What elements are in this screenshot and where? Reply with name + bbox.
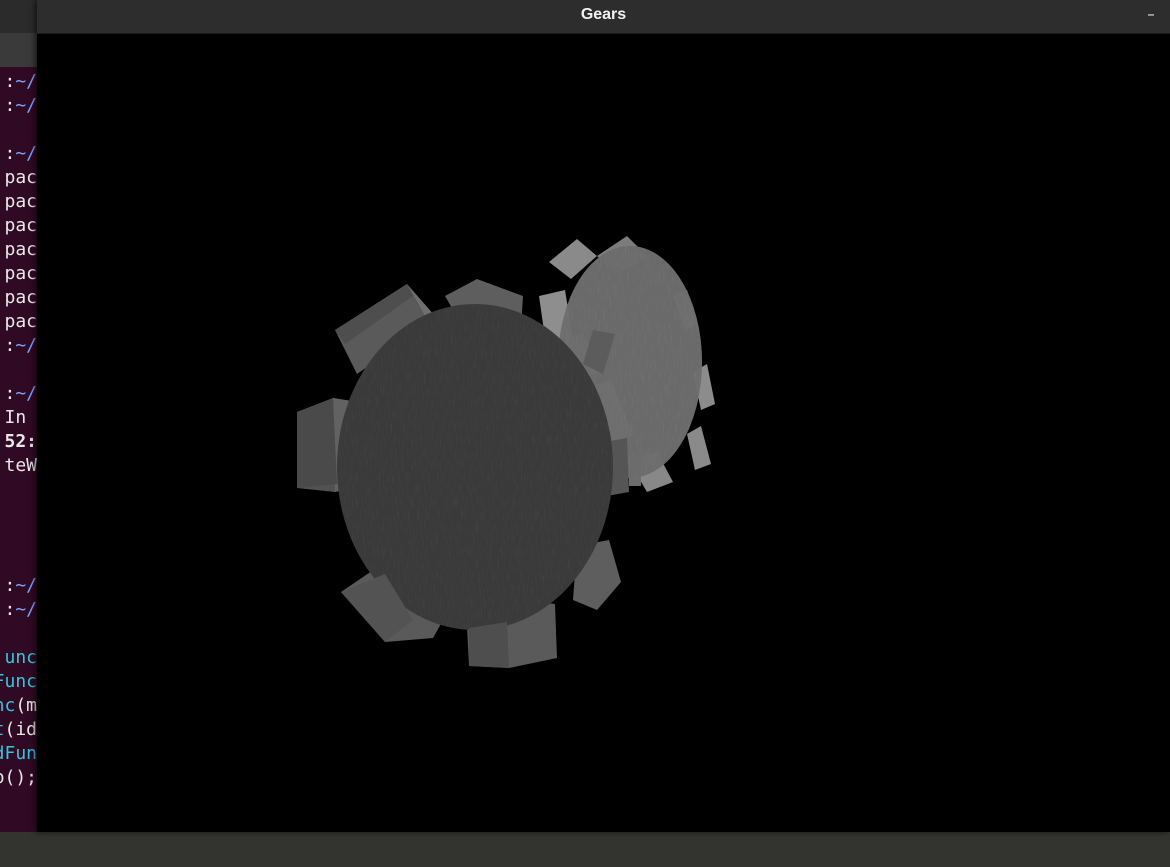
terminal-line: :~/ [4,574,37,598]
gears-render-canvas[interactable] [37,34,1170,832]
terminal-line: pac [4,238,37,262]
minimize-button[interactable]: – [1140,4,1162,26]
terminal-text: (m [15,695,37,716]
terminal-line: pac [4,262,37,286]
terminal-line: dFun [0,742,37,766]
terminal-line: :~/ [4,70,37,94]
terminal-line: pac [4,166,37,190]
terminal-text: : [4,575,16,596]
terminal-line: :~/ [4,94,37,118]
terminal-line: In [0,406,37,430]
terminal-text: pac [4,239,37,260]
terminal-line: 52: [4,430,37,454]
large-gear-tooth-cap [297,398,337,488]
desktop-bottom-bar [0,832,1170,867]
terminal-tabbar [0,33,37,67]
terminal-titlebar [0,0,37,34]
terminal-text: pac [4,263,37,284]
terminal-text: nc [0,695,16,716]
terminal-line: :~/ [4,382,37,406]
terminal-text: pac [4,311,37,332]
terminal-text: : [4,143,16,164]
terminal-text: unc [4,647,37,668]
terminal-line: :~/ [4,598,37,622]
terminal-line: unc [4,646,37,670]
large-gear-tooth-cap [469,622,509,668]
small-gear-tooth [687,426,711,470]
terminal-text: (id [4,719,37,740]
terminal-text: teW [4,455,37,476]
terminal-text: pac [4,167,37,188]
terminal-text: 52: [4,431,37,452]
window-titlebar[interactable]: Gears – [37,0,1170,34]
window-title: Gears [580,6,627,23]
terminal-text: : [4,71,16,92]
terminal-text: pac [4,287,37,308]
gears-window[interactable]: Gears – [37,0,1170,832]
terminal-line: pac [4,214,37,238]
terminal-text: In [4,407,27,428]
terminal-output: :~/:~/:~/pac pac pac pac pac pac pac:~/:~/ In … [0,70,37,840]
terminal-text: pac [4,215,37,236]
terminal-line: p(); [0,766,37,790]
background-terminal: :~/:~/:~/pac pac pac pac pac pac pac:~/:~/ In … [0,0,37,867]
terminal-text: ~/ [15,143,37,164]
terminal-text: : [4,95,16,116]
terminal-line: nc(m [0,694,37,718]
terminal-line: pac [4,286,37,310]
terminal-text: ~/ [15,383,37,404]
gears-scene [297,236,715,668]
terminal-text: pac [4,191,37,212]
terminal-text: ~/ [15,575,37,596]
terminal-line: Func [0,670,37,694]
terminal-line: pac [4,190,37,214]
terminal-text: ~/ [15,95,37,116]
terminal-text: dFun [0,743,37,764]
terminal-text: ~/ [15,71,37,92]
terminal-text: p(); [0,767,37,788]
terminal-line: t(id [0,718,37,742]
terminal-text: : [4,599,16,620]
terminal-text: : [4,383,16,404]
terminal-line: :~/ [4,334,37,358]
terminal-line: pac [4,310,37,334]
terminal-line: :~/ [4,142,37,166]
terminal-text: Func [0,671,37,692]
terminal-line: teW [4,454,37,478]
terminal-text: ~/ [15,599,37,620]
terminal-text: ~/ [15,335,37,356]
terminal-text: : [4,335,16,356]
